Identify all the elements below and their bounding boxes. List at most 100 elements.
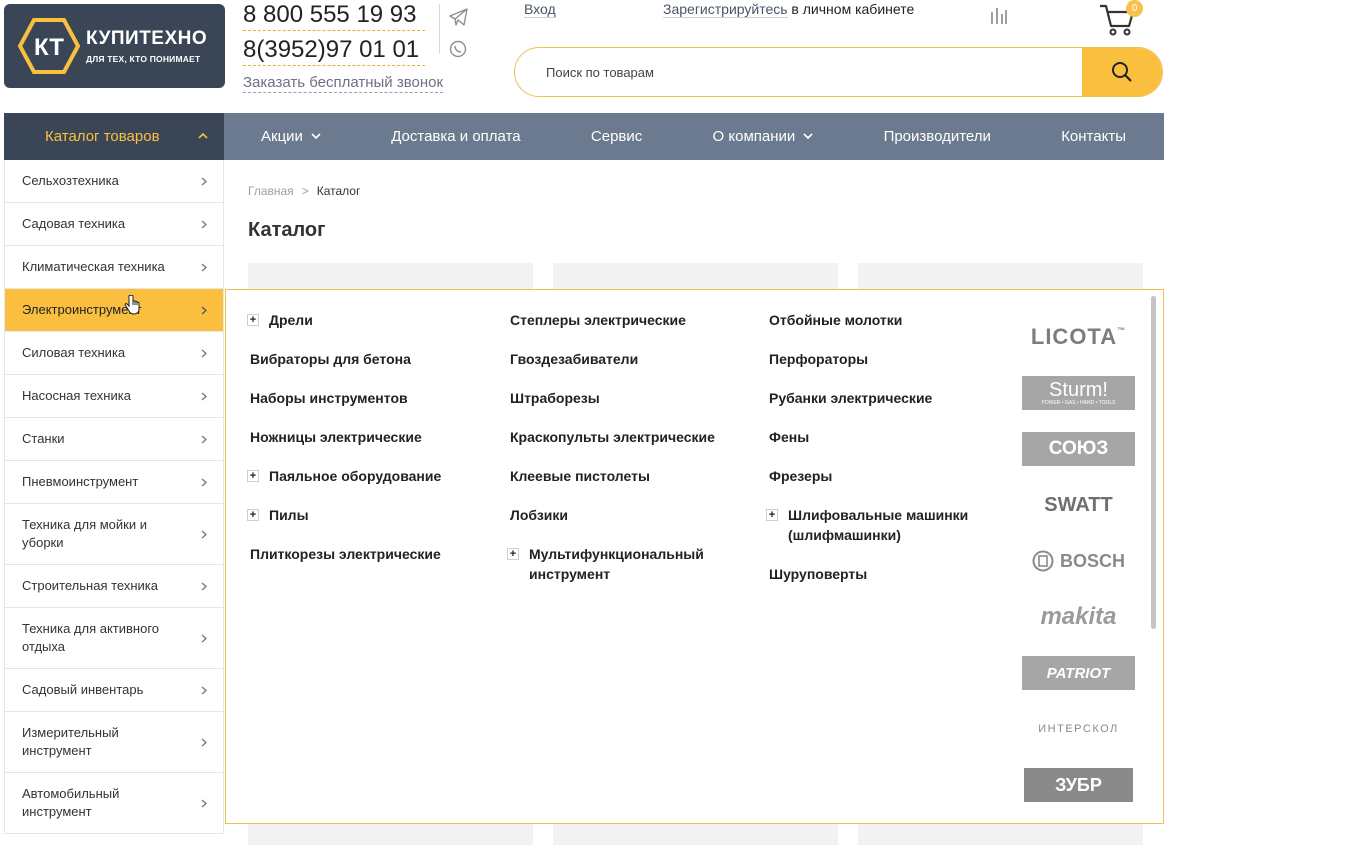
expand-plus-icon[interactable]: + [507, 548, 519, 560]
whatsapp-icon[interactable] [449, 40, 467, 58]
expand-plus-icon[interactable]: + [247, 470, 259, 482]
sidebar-item-measuring[interactable]: Измерительный инструмент [5, 712, 223, 773]
brand-sturm[interactable]: Sturm! POWER • GAS • HAND • TOOLS [1022, 376, 1135, 410]
subcategory-item[interactable]: Краскопульты электрические [486, 427, 726, 447]
nav-item-contacts[interactable]: Контакты [1061, 128, 1126, 145]
callback-link[interactable]: Заказать бесплатный звонок [243, 74, 444, 93]
nav-item-about[interactable]: О компании [713, 128, 814, 145]
search-icon [1112, 62, 1132, 82]
subcategory-item[interactable]: Лобзики [486, 505, 726, 525]
search-bar [514, 47, 1163, 97]
logo-hexagon-icon: КТ [18, 18, 80, 74]
chevron-right-icon [201, 435, 207, 444]
subcategory-item[interactable]: Рубанки электрические [745, 388, 985, 408]
sidebar-item-climate[interactable]: Климатическая техника [5, 246, 223, 289]
sidebar-item-automotive[interactable]: Автомобильный инструмент [5, 773, 223, 834]
dropdown-scrollbar[interactable] [1151, 296, 1156, 629]
brand-zubr[interactable]: ЗУБР [1024, 768, 1133, 802]
brand-interskol[interactable]: ИНТЕРСКОЛ [1022, 712, 1135, 746]
catalog-card[interactable] [858, 824, 1143, 845]
expand-plus-icon[interactable]: + [247, 314, 259, 326]
subcategory-item[interactable]: Перфораторы [745, 349, 985, 369]
subcategory-item[interactable]: Вибраторы для бетона [226, 349, 466, 369]
subcategory-item[interactable]: + Шлифовальные машинки (шлифмашинки) [745, 505, 970, 545]
search-button[interactable] [1082, 48, 1162, 96]
brand-swatt[interactable]: SWATT [1022, 488, 1135, 522]
catalog-card[interactable] [248, 824, 533, 845]
subcategory-item[interactable]: Плиткорезы электрические [226, 544, 466, 564]
chevron-right-icon [201, 738, 207, 747]
login-link[interactable]: Вход [524, 1, 556, 18]
catalog-card[interactable] [553, 824, 838, 845]
bosch-logo-icon [1032, 550, 1054, 572]
subcategory-item[interactable]: + Паяльное оборудование [226, 466, 466, 486]
subcategory-item[interactable]: + Дрели [226, 310, 466, 330]
sidebar-item-power-tools[interactable]: Электроинструмент [5, 289, 223, 332]
cart-count-badge: 0 [1126, 0, 1143, 17]
chevron-down-icon [311, 133, 321, 140]
sidebar-item-machines[interactable]: Станки [5, 418, 223, 461]
search-input[interactable] [515, 48, 1082, 96]
catalog-card[interactable] [858, 263, 1143, 290]
sidebar-item-agri[interactable]: Сельхозтехника [5, 160, 223, 203]
expand-plus-icon[interactable]: + [247, 509, 259, 521]
site-logo[interactable]: КТ КУПИТЕХНО ДЛЯ ТЕХ, КТО ПОНИМАЕТ [4, 4, 225, 88]
catalog-card[interactable] [553, 263, 838, 290]
subcategory-column-2: Степлеры электрические Гвоздезабиватели … [486, 310, 726, 603]
main-nav: Каталог товаров Акции Доставка и оплата … [4, 113, 1164, 160]
chevron-right-icon [201, 686, 207, 695]
subcategory-dropdown: + Дрели Вибраторы для бетона Наборы инстр… [225, 289, 1164, 824]
brand-licota[interactable]: LICOTA ™ [1022, 320, 1135, 354]
brand-makita[interactable]: makita [1022, 600, 1135, 634]
sidebar-item-garden[interactable]: Садовая техника [5, 203, 223, 246]
compare-icon[interactable] [989, 6, 1009, 26]
subcategory-item[interactable]: Степлеры электрические [486, 310, 726, 330]
subcategory-item[interactable]: + Пилы [226, 505, 466, 525]
breadcrumb-separator: > [301, 184, 309, 198]
nav-item-brands[interactable]: Производители [884, 128, 991, 145]
sidebar-item-pumps[interactable]: Насосная техника [5, 375, 223, 418]
nav-item-delivery[interactable]: Доставка и оплата [391, 128, 520, 145]
breadcrumb-home[interactable]: Главная [248, 184, 294, 198]
sidebar-item-pneumatic[interactable]: Пневмоинструмент [5, 461, 223, 504]
auth-links: Вход Зарегистрируйтесь в личном кабинете [524, 1, 914, 18]
nav-item-promo[interactable]: Акции [261, 128, 321, 145]
sidebar-item-power-equipment[interactable]: Силовая техника [5, 332, 223, 375]
chevron-up-icon [198, 132, 208, 139]
chevron-right-icon [201, 349, 207, 358]
brand-bosch[interactable]: BOSCH [1022, 544, 1135, 578]
catalog-card[interactable] [248, 263, 533, 290]
telegram-icon[interactable] [449, 8, 469, 26]
subcategory-item[interactable]: Наборы инструментов [226, 388, 466, 408]
register-link[interactable]: Зарегистрируйтесь [663, 1, 788, 18]
sidebar-item-outdoor[interactable]: Техника для активного отдыха [5, 608, 223, 669]
subcategory-item[interactable]: Гвоздезабиватели [486, 349, 726, 369]
subcategory-item[interactable]: Штраборезы [486, 388, 726, 408]
nav-item-service[interactable]: Сервис [591, 128, 642, 145]
phone-2[interactable]: 8(3952)97 01 01 [243, 35, 425, 66]
subcategory-item[interactable]: Клеевые пистолеты [486, 466, 726, 486]
catalog-sidebar: Сельхозтехника Садовая техника Климатиче… [4, 160, 224, 834]
sidebar-item-garden-tools[interactable]: Садовый инвентарь [5, 669, 223, 712]
nav-catalog-button[interactable]: Каталог товаров [4, 113, 224, 160]
brand-logos: LICOTA ™ Sturm! POWER • GAS • HAND • TOOL… [1022, 320, 1135, 824]
subcategory-item[interactable]: Фрезеры [745, 466, 985, 486]
brand-patriot[interactable]: PATRIOT [1022, 656, 1135, 690]
chevron-right-icon [201, 582, 207, 591]
subcategory-item[interactable]: + Мультифункциональный инструмент [486, 544, 704, 584]
phone-1[interactable]: 8 800 555 19 93 [243, 0, 425, 31]
subcategory-item[interactable]: Фены [745, 427, 985, 447]
messengers [439, 4, 469, 58]
expand-plus-icon[interactable]: + [766, 509, 778, 521]
subcategory-column-3: Отбойные молотки Перфораторы Рубанки эле… [745, 310, 985, 603]
subcategory-column-1: + Дрели Вибраторы для бетона Наборы инстр… [226, 310, 466, 583]
subcategory-item[interactable]: Шуруповерты [745, 564, 985, 584]
brand-soyuz[interactable]: СОЮЗ [1022, 432, 1135, 466]
sidebar-item-cleaning[interactable]: Техника для мойки и уборки [5, 504, 223, 565]
sidebar-item-construction[interactable]: Строительная техника [5, 565, 223, 608]
subcategory-item[interactable]: Ножницы электрические [226, 427, 466, 447]
breadcrumb-current: Каталог [316, 184, 361, 198]
chevron-down-icon [803, 133, 813, 140]
breadcrumb: Главная > Каталог [248, 184, 360, 198]
subcategory-item[interactable]: Отбойные молотки [745, 310, 985, 330]
